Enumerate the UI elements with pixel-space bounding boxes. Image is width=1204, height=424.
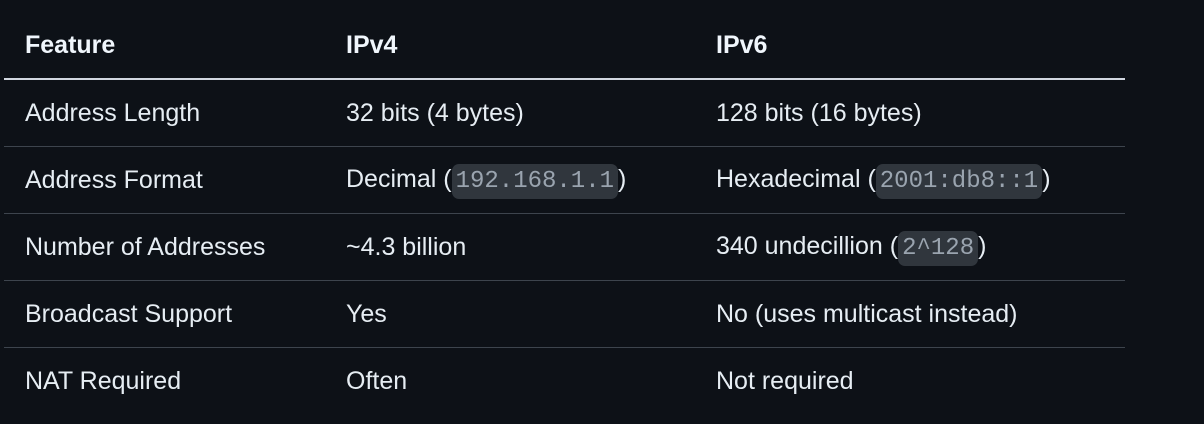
cell-text: )	[978, 231, 987, 260]
cell-text: )	[618, 164, 627, 193]
ipv6-cell: 128 bits (16 bytes)	[695, 79, 1125, 147]
table-header-row: Feature IPv4 IPv6	[4, 13, 1125, 80]
ipv4-cell: Often	[346, 366, 408, 395]
ipv6-cell: 340 undecillion (2^128)	[695, 213, 1125, 281]
cell-text: Hexadecimal (	[716, 164, 876, 193]
column-header-ipv4: IPv4	[325, 13, 695, 80]
ipv6-cell: Hexadecimal (2001:db8::1)	[695, 146, 1125, 214]
column-header-feature: Feature	[4, 13, 325, 80]
feature-cell: NAT Required	[25, 366, 182, 395]
cell-text: Decimal (	[346, 164, 452, 193]
ipv4-cell: Decimal (192.168.1.1)	[325, 146, 695, 214]
inline-code: 192.168.1.1	[451, 163, 619, 199]
feature-cell: Broadcast Support	[4, 280, 325, 348]
ipv4-cell: Yes	[325, 280, 695, 348]
table-row-number-of-addresses: Number of Addresses ~4.3 billion 340 und…	[4, 213, 1125, 281]
table-row-address-length: Address Length 32 bits (4 bytes) 128 bit…	[4, 79, 1125, 147]
cell-text: )	[1042, 164, 1051, 193]
ipv4-cell: 32 bits (4 bytes)	[325, 79, 695, 147]
table-row-broadcast-support: Broadcast Support Yes No (uses multicast…	[4, 280, 1125, 348]
inline-code: 2001:db8::1	[875, 163, 1043, 199]
inline-code: 2^128	[898, 230, 979, 266]
cell-text: 340 undecillion (	[716, 231, 899, 260]
ipv6-cell: Not required	[716, 366, 854, 395]
table-row-address-format: Address Format Decimal (192.168.1.1) Hex…	[4, 146, 1125, 214]
page: Feature IPv4 IPv6 Address Length 32 bits…	[0, 0, 1204, 424]
ipv6-cell: No (uses multicast instead)	[695, 280, 1125, 348]
table-row-nat-required: NAT Required Often Not required	[4, 348, 1125, 415]
column-header-ipv6: IPv6	[695, 13, 1125, 80]
ip-comparison-table: Feature IPv4 IPv6 Address Length 32 bits…	[4, 13, 1125, 414]
feature-cell: Number of Addresses	[4, 213, 325, 281]
ipv4-cell: ~4.3 billion	[325, 213, 695, 281]
feature-cell: Address Format	[4, 146, 325, 214]
feature-cell: Address Length	[4, 79, 325, 147]
